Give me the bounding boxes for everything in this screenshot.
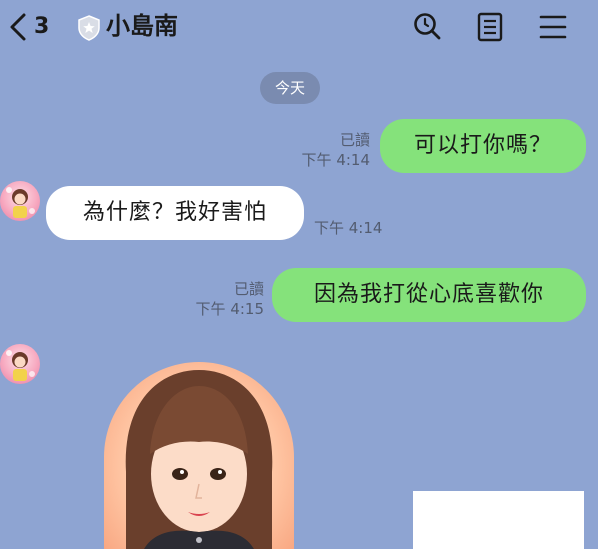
redaction-box xyxy=(413,491,584,549)
read-receipt: 已讀 xyxy=(339,131,370,149)
read-receipt: 已讀 xyxy=(233,280,264,298)
photo-message[interactable] xyxy=(104,362,294,549)
chat-header: 3 小島南 xyxy=(0,0,598,56)
message-meta: 已讀 下午 4:14 xyxy=(296,130,370,170)
portrait-image xyxy=(125,370,273,549)
unread-count: 3 xyxy=(34,14,50,39)
message-time: 下午 4:14 xyxy=(314,219,383,237)
shield-icon xyxy=(78,15,100,41)
search-icon[interactable] xyxy=(412,12,442,42)
chevron-left-icon xyxy=(10,13,26,41)
contact-avatar[interactable] xyxy=(0,181,40,221)
message-meta: 已讀 下午 4:15 xyxy=(190,279,264,319)
menu-icon[interactable] xyxy=(539,12,567,42)
chat-title: 小島南 xyxy=(106,12,178,40)
outgoing-message[interactable]: 可以打你嗎？ xyxy=(380,119,586,173)
message-time: 下午 4:14 xyxy=(301,151,370,169)
back-button[interactable]: 3 xyxy=(8,12,49,42)
contact-avatar[interactable] xyxy=(0,344,40,384)
date-separator: 今天 xyxy=(260,72,320,104)
note-icon[interactable] xyxy=(476,12,504,42)
incoming-message[interactable]: 為什麼？我好害怕 xyxy=(46,186,304,240)
message-time: 下午 4:15 xyxy=(195,300,264,318)
outgoing-message[interactable]: 因為我打從心底喜歡你 xyxy=(272,268,586,322)
